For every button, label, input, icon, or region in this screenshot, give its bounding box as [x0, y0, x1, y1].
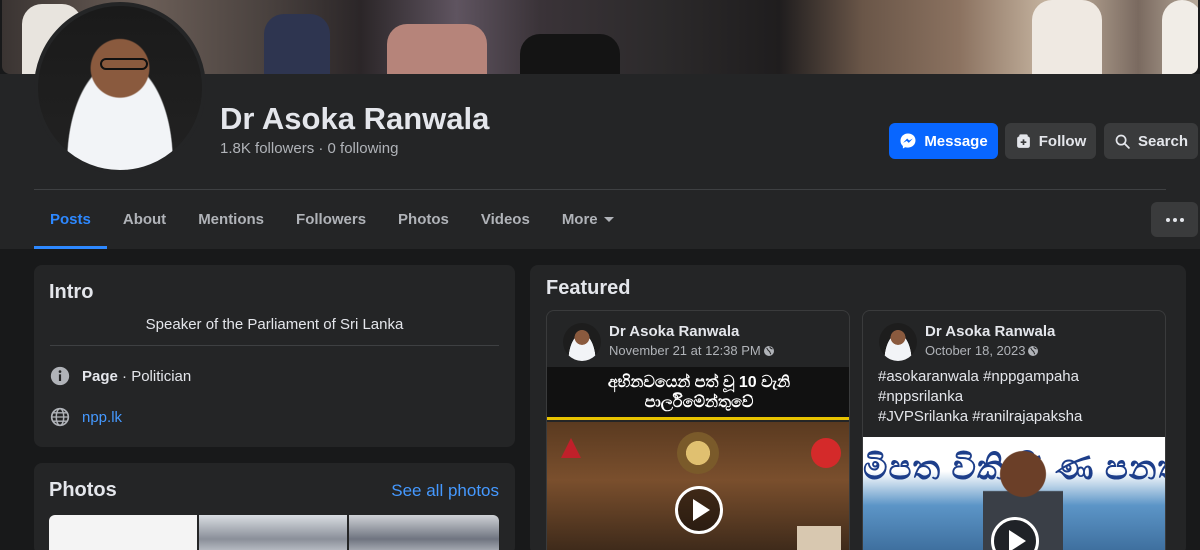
cover-figure	[1162, 0, 1198, 74]
video-thumbnail[interactable]	[547, 422, 849, 550]
tab-photos[interactable]: Photos	[382, 190, 465, 249]
featured-post[interactable]: Dr Asoka Ranwala November 21 at 12:38 PM…	[546, 310, 850, 550]
tab-label: More	[561, 211, 598, 228]
photo-thumbnail[interactable]	[49, 515, 197, 550]
post-author-name[interactable]: Dr Asoka Ranwala	[925, 323, 1055, 340]
dot	[1172, 217, 1177, 222]
channel-badge-icon	[811, 438, 841, 468]
intro-divider	[50, 345, 499, 346]
tab-more[interactable]: More	[546, 190, 630, 249]
cover-figure	[520, 34, 620, 74]
search-button-label: Search	[1137, 132, 1189, 150]
intro-page-label: Page	[82, 367, 118, 385]
intro-category-row: Page · Politician	[50, 366, 191, 386]
post-author-name[interactable]: Dr Asoka Ranwala	[609, 323, 739, 340]
dot	[1165, 217, 1170, 222]
message-button-label: Message	[924, 132, 988, 150]
hashtag-line: #nppsrilanka	[878, 388, 964, 405]
profile-follower-count[interactable]: 1.8K followers · 0 following	[220, 140, 398, 157]
post-author-avatar[interactable]	[563, 323, 601, 361]
more-options-button[interactable]	[1151, 202, 1198, 237]
photo-thumbnail[interactable]	[199, 515, 347, 550]
globe-icon	[763, 345, 774, 356]
post-timestamp[interactable]: November 21 at 12:38 PM	[609, 343, 775, 358]
photos-card: Photos See all photos	[34, 463, 515, 550]
intro-website-row: npp.lk	[50, 407, 122, 427]
tab-followers[interactable]: Followers	[280, 190, 382, 249]
message-button[interactable]: Message	[889, 123, 998, 159]
post-timestamp[interactable]: October 18, 2023	[925, 343, 1039, 358]
hashtag-line: #JVPSrilanka #ranilrajapaksha	[878, 408, 1083, 425]
intro-title: Intro	[49, 281, 94, 303]
info-icon	[50, 366, 70, 386]
cover-figure	[1032, 0, 1102, 74]
channel-logo-icon	[561, 438, 581, 458]
featured-post[interactable]: Dr Asoka Ranwala October 18, 2023 #asoka…	[862, 310, 1166, 550]
globe-icon	[1028, 345, 1039, 356]
hashtag-line: #asokaranwala #nppgampaha	[878, 368, 1079, 385]
globe-icon	[50, 407, 70, 427]
tab-label: Followers	[296, 211, 367, 228]
post-hashtags: #asokaranwala #nppgampaha #nppsrilanka #…	[878, 367, 1082, 427]
intro-bio: Speaker of the Parliament of Sri Lanka	[145, 316, 404, 333]
post-time-text: November 21 at 12:38 PM	[609, 343, 761, 358]
profile-name: Dr Asoka Ranwala	[220, 101, 490, 136]
inset-thumbnail	[797, 526, 841, 550]
cover-figure	[387, 24, 487, 74]
video-thumbnail[interactable]: මිපත විකිණි ණ පනත	[863, 437, 1165, 550]
photos-title: Photos	[49, 479, 117, 501]
follow-button-label: Follow	[1038, 132, 1087, 150]
tab-label: Videos	[480, 211, 530, 228]
profile-tabs: Posts About Mentions Followers Photos Vi…	[34, 190, 630, 249]
photo-thumbnail[interactable]	[349, 515, 499, 550]
tab-label: Mentions	[198, 211, 265, 228]
tab-label: Photos	[398, 211, 449, 228]
tab-videos[interactable]: Videos	[465, 190, 546, 249]
profile-avatar[interactable]	[34, 2, 206, 174]
see-all-photos-link[interactable]: See all photos	[391, 481, 499, 501]
tab-label: About	[122, 211, 167, 228]
post-time-text: October 18, 2023	[925, 343, 1026, 358]
search-button[interactable]: Search	[1104, 123, 1198, 159]
cover-figure	[264, 14, 330, 74]
post-author-avatar[interactable]	[879, 323, 917, 361]
follow-button[interactable]: Follow	[1005, 123, 1096, 159]
intro-card: Intro Speaker of the Parliament of Sri L…	[34, 265, 515, 447]
video-title-banner: අභිනවයෙන් පත් වූ 10 වැනි පාර්ලිමේන්තුවේ	[547, 367, 849, 420]
follow-icon	[1016, 133, 1030, 148]
intro-category: · Politician	[117, 367, 192, 385]
website-link[interactable]: npp.lk	[82, 409, 122, 426]
featured-title: Featured	[546, 277, 631, 299]
crest-icon	[677, 432, 719, 474]
play-icon[interactable]	[675, 486, 723, 534]
tab-about[interactable]: About	[107, 190, 182, 249]
caret-down-icon	[603, 217, 614, 222]
tab-mentions[interactable]: Mentions	[182, 190, 280, 249]
avatar-glasses	[100, 58, 148, 70]
dot	[1179, 217, 1184, 222]
tab-posts[interactable]: Posts	[34, 190, 107, 249]
messenger-icon	[900, 133, 916, 149]
tab-label: Posts	[50, 211, 91, 228]
search-icon	[1115, 134, 1130, 149]
